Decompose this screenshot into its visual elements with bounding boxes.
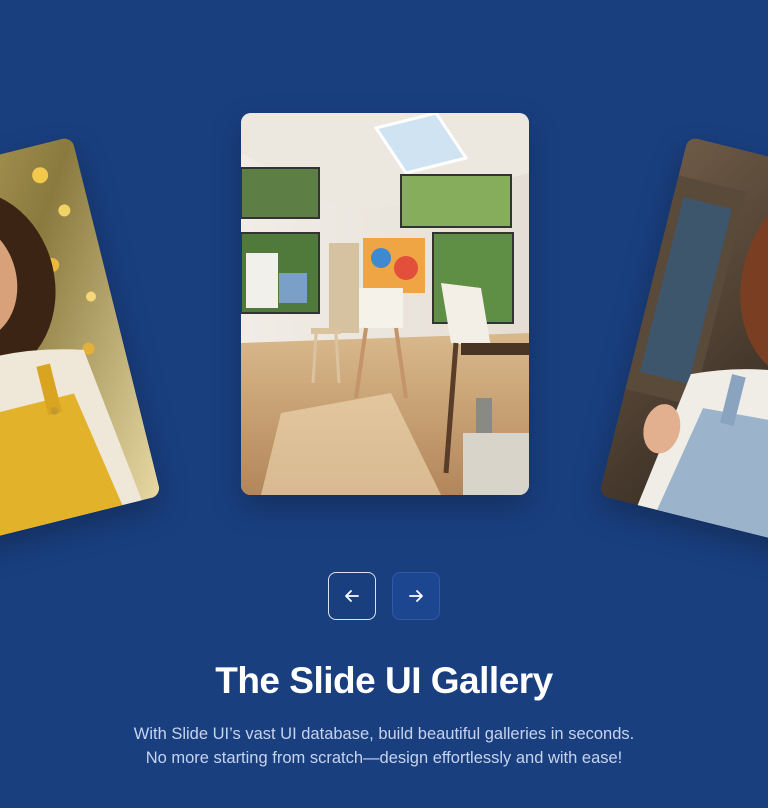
gallery-description: With Slide UI’s vast UI database, build … bbox=[0, 722, 768, 770]
next-slide-button[interactable] bbox=[392, 572, 440, 620]
gallery-card-left[interactable] bbox=[0, 136, 162, 554]
gallery-navigation bbox=[0, 572, 768, 620]
description-line-1: With Slide UI’s vast UI database, build … bbox=[133, 725, 635, 743]
gallery-section: The Slide UI Gallery With Slide UI’s vas… bbox=[0, 0, 768, 808]
woman-denim-overalls-image bbox=[598, 136, 768, 554]
woman-yellow-overalls-image bbox=[0, 136, 162, 554]
art-studio-image bbox=[241, 113, 529, 495]
previous-slide-button[interactable] bbox=[328, 572, 376, 620]
gallery-card-right[interactable] bbox=[598, 136, 768, 554]
gallery-title: The Slide UI Gallery bbox=[215, 660, 553, 701]
gallery-card-center[interactable] bbox=[241, 113, 529, 495]
arrow-right-icon bbox=[409, 590, 423, 602]
description-line-2: No more starting from scratch—design eff… bbox=[145, 749, 623, 767]
arrow-left-icon bbox=[345, 590, 359, 602]
